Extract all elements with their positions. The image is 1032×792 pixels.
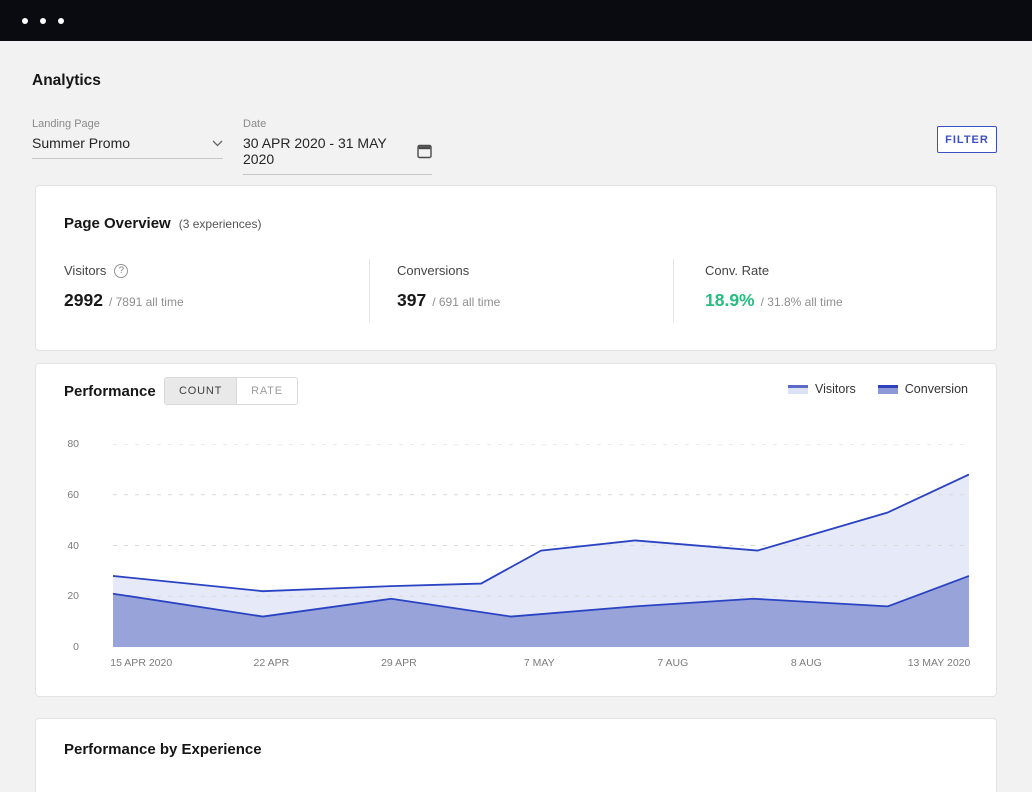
landing-page-select[interactable]: Landing Page Summer Promo (32, 118, 223, 159)
x-axis-label: 22 APR (254, 657, 290, 669)
chevron-down-icon[interactable] (212, 140, 223, 147)
metric-conv-rate-label: Conv. Rate (705, 263, 769, 278)
y-tick-label: 20 (36, 591, 79, 601)
legend-item-conversion[interactable]: Conversion (878, 382, 968, 396)
x-axis-label: 7 AUG (657, 657, 688, 669)
performance-title: Performance (64, 383, 156, 400)
chart-legend: Visitors Conversion (788, 382, 968, 396)
x-axis-label: 7 MAY (524, 657, 555, 669)
date-range-input[interactable]: Date 30 APR 2020 - 31 MAY 2020 (243, 118, 432, 175)
date-range-value: 30 APR 2020 - 31 MAY 2020 (243, 135, 417, 167)
metric-visitors: Visitors ? 2992 / 7891 all time (36, 259, 369, 323)
window-dot-icon[interactable] (40, 18, 46, 24)
date-label: Date (243, 118, 432, 130)
metric-conv-rate-value: 18.9% (705, 290, 755, 311)
x-axis-label: 29 APR (381, 657, 417, 669)
metrics-row: Visitors ? 2992 / 7891 all time Conversi… (36, 259, 995, 323)
conversion-swatch-icon (878, 385, 898, 394)
landing-page-value: Summer Promo (32, 135, 130, 151)
x-axis-label: 15 APR 2020 (110, 657, 172, 669)
legend-conversion-label: Conversion (905, 382, 968, 396)
count-rate-toggle: COUNT RATE (164, 377, 298, 405)
x-axis-label: 13 MAY 2020 (908, 657, 971, 669)
help-icon[interactable]: ? (114, 264, 128, 278)
metric-conversions: Conversions 397 / 691 all time (369, 259, 673, 323)
performance-by-experience-title: Performance by Experience (64, 741, 262, 758)
visitors-swatch-icon (788, 385, 808, 394)
performance-by-experience-card: Performance by Experience (35, 718, 997, 792)
metric-conv-rate-alltime: / 31.8% all time (761, 295, 843, 309)
metric-visitors-alltime: / 7891 all time (109, 295, 184, 309)
metric-conv-rate: Conv. Rate 18.9% / 31.8% all time (673, 259, 995, 323)
metric-conversions-label: Conversions (397, 263, 469, 278)
page-overview-title: Page Overview (64, 215, 171, 232)
metric-conversions-alltime: / 691 all time (432, 295, 500, 309)
y-tick-label: 0 (36, 642, 79, 652)
page-overview-subtitle: (3 experiences) (179, 217, 262, 231)
window-dot-icon[interactable] (58, 18, 64, 24)
y-axis: 020406080 (36, 444, 79, 647)
performance-card: Performance COUNT RATE Visitors Conversi… (35, 363, 997, 697)
calendar-icon[interactable] (417, 143, 432, 159)
y-tick-label: 40 (36, 541, 79, 551)
y-tick-label: 80 (36, 439, 79, 449)
page-overview-card: Page Overview (3 experiences) Visitors ?… (35, 185, 997, 351)
window-controls (22, 0, 64, 41)
filter-button[interactable]: FILTER (937, 126, 997, 153)
performance-chart: 020406080 15 APR 202022 APR29 APR7 MAY7 … (36, 444, 996, 676)
y-tick-label: 60 (36, 490, 79, 500)
metric-visitors-label: Visitors (64, 263, 106, 278)
legend-item-visitors[interactable]: Visitors (788, 382, 856, 396)
window-titlebar (0, 0, 1032, 41)
x-axis: 15 APR 2020 22 APR 29 APR 7 MAY 7 AUG 8 AUG 13… (113, 657, 969, 671)
toggle-rate-button[interactable]: RATE (236, 378, 297, 404)
page-title: Analytics (32, 72, 101, 90)
landing-page-label: Landing Page (32, 118, 223, 130)
toggle-count-button[interactable]: COUNT (165, 378, 236, 404)
metric-conversions-value: 397 (397, 290, 426, 311)
x-axis-label: 8 AUG (791, 657, 822, 669)
window-dot-icon[interactable] (22, 18, 28, 24)
legend-visitors-label: Visitors (815, 382, 856, 396)
metric-visitors-value: 2992 (64, 290, 103, 311)
performance-chart-svg[interactable] (113, 444, 969, 647)
